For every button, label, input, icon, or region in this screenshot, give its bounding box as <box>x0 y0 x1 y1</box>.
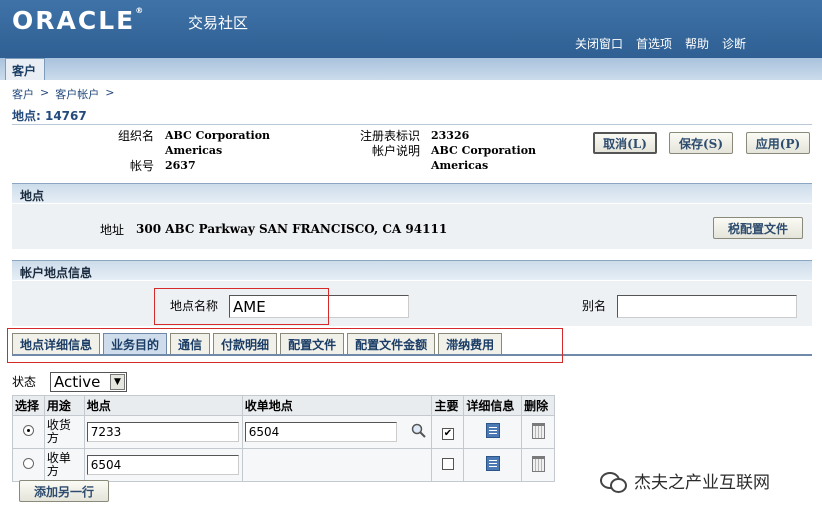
oracle-logo: ORACLE® <box>12 6 144 35</box>
tab-customers[interactable]: 客户 <box>5 58 46 80</box>
breadcrumb: 客户 > 客户帐户 > <box>12 86 114 102</box>
header-location: 地点 <box>83 395 243 416</box>
app-name: 交易社区 <box>188 14 249 32</box>
alias-input[interactable] <box>617 295 797 318</box>
apply-button[interactable]: 应用(P) <box>746 132 810 154</box>
address-value: 300 ABC Parkway SAN FRANCISCO, CA 94111 <box>136 222 448 236</box>
preferences-link[interactable]: 首选项 <box>636 35 672 52</box>
chevron-down-icon[interactable]: ▼ <box>110 374 125 390</box>
location-input[interactable] <box>86 455 239 475</box>
header-details: 详细信息 <box>463 395 523 416</box>
details-icon[interactable] <box>485 423 500 438</box>
bill-to-input[interactable] <box>244 422 397 442</box>
diagnostics-link[interactable]: 诊断 <box>722 35 746 52</box>
location-input[interactable] <box>86 422 239 442</box>
breadcrumb-separator: > <box>105 86 115 99</box>
title-divider <box>12 124 812 125</box>
select-cell <box>12 448 45 482</box>
details-icon[interactable] <box>485 456 500 471</box>
status-select-value: Active <box>54 373 101 391</box>
header-primary: 主要 <box>431 395 465 416</box>
bill-to-cell <box>241 415 433 449</box>
delete-cell <box>521 415 555 449</box>
details-cell <box>463 415 523 449</box>
app-header: ORACLE® 交易社区 关闭窗口 首选项 帮助 诊断 <box>0 0 822 58</box>
select-cell <box>12 415 45 449</box>
business-purpose-table: 选择 用途 地点 收单地点 主要 详细信息 删除 收货 方 ✔ <box>12 395 555 482</box>
bill-to-cell <box>241 448 433 482</box>
account-number-label: 帐号 <box>129 159 154 173</box>
table-row: 收单 方 <box>12 448 555 482</box>
account-desc-label: 帐户说明 <box>371 144 420 158</box>
primary-cell <box>431 448 465 482</box>
tax-profile-button[interactable]: 税配置文件 <box>713 217 803 239</box>
trash-icon[interactable] <box>531 422 545 439</box>
primary-checkbox[interactable] <box>441 457 454 470</box>
purpose-cell: 收单 方 <box>43 448 85 482</box>
breadcrumb-separator: > <box>40 86 50 99</box>
status-label: 状态 <box>12 375 37 389</box>
highlight-box-location-name <box>154 288 329 325</box>
row-radio[interactable] <box>22 458 34 469</box>
breadcrumb-customers[interactable]: 客户 <box>12 86 34 102</box>
alias-label: 别名 <box>581 299 606 313</box>
location-cell <box>83 415 243 449</box>
page-title: 地点: 14767 <box>12 109 87 123</box>
header-select: 选择 <box>12 395 45 416</box>
watermark-text: 杰夫之产业互联网 <box>634 473 770 493</box>
highlight-box-subtabs <box>7 328 563 363</box>
row-radio[interactable] <box>22 425 34 436</box>
cancel-button[interactable]: 取消(L) <box>593 132 657 154</box>
header-purpose: 用途 <box>43 395 85 416</box>
location-section-header: 地点 <box>12 183 812 203</box>
wechat-icon <box>600 470 627 493</box>
address-label: 地址 <box>99 223 124 237</box>
account-location-section-header: 帐户地点信息 <box>12 260 812 280</box>
header-bill-to: 收单地点 <box>241 395 433 416</box>
registry-id-value: 23326 <box>431 129 470 142</box>
search-icon[interactable] <box>411 423 427 442</box>
primary-cell: ✔ <box>431 415 465 449</box>
breadcrumb-customer-account[interactable]: 客户帐户 <box>55 86 99 102</box>
table-header-row: 选择 用途 地点 收单地点 主要 详细信息 删除 <box>12 395 555 416</box>
account-desc-value: ABC Corporation Americas <box>431 144 537 172</box>
org-name-value: ABC Corporation Americas <box>165 129 271 157</box>
delete-cell <box>521 448 555 482</box>
add-row-button[interactable]: 添加另一行 <box>19 480 109 502</box>
location-cell <box>83 448 243 482</box>
org-name-label: 组织名 <box>117 129 154 143</box>
purpose-cell: 收货 方 <box>43 415 85 449</box>
details-cell <box>463 448 523 482</box>
account-number-value: 2637 <box>165 159 196 172</box>
primary-checkbox[interactable]: ✔ <box>441 427 454 440</box>
global-links: 关闭窗口 首选项 帮助 诊断 <box>575 35 746 52</box>
table-row: 收货 方 ✔ <box>12 415 555 449</box>
header-delete: 删除 <box>521 395 555 416</box>
trash-icon[interactable] <box>531 455 545 472</box>
tab-band <box>0 58 822 80</box>
save-button[interactable]: 保存(S) <box>669 132 733 154</box>
status-select[interactable]: Active ▼ <box>50 372 127 392</box>
watermark: 杰夫之产业互联网 <box>600 468 770 493</box>
help-link[interactable]: 帮助 <box>685 35 709 52</box>
close-window-link[interactable]: 关闭窗口 <box>575 35 623 52</box>
